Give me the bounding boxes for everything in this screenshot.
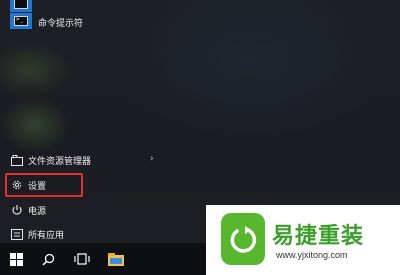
file-explorer-icon bbox=[9, 152, 25, 168]
settings-highlight-box bbox=[5, 173, 83, 197]
sidebar-item-label: 文件资源管理器 bbox=[28, 156, 92, 167]
task-view-icon[interactable] bbox=[66, 243, 98, 275]
brand-logo-icon bbox=[221, 213, 265, 265]
sidebar-item-label: 电源 bbox=[28, 206, 47, 217]
search-icon[interactable] bbox=[32, 243, 64, 275]
power-icon bbox=[9, 202, 25, 218]
all-apps-icon bbox=[9, 226, 25, 242]
brand-title: 易捷重装 bbox=[272, 224, 365, 249]
sidebar-item-power[interactable]: 电源 bbox=[0, 199, 175, 221]
sidebar-item-all-apps[interactable]: 所有应用 bbox=[0, 223, 175, 245]
app-tile-icon[interactable] bbox=[10, 0, 32, 12]
sidebar-item-file-explorer[interactable]: 文件资源管理器 bbox=[0, 149, 175, 171]
command-prompt-label[interactable]: 命令提示符 bbox=[38, 16, 83, 29]
file-explorer-icon[interactable] bbox=[100, 243, 132, 275]
sidebar-item-label: 所有应用 bbox=[28, 230, 65, 241]
brand-url: www.yjxitong.com bbox=[276, 250, 348, 260]
chevron-right-icon[interactable]: › bbox=[150, 154, 154, 164]
windows-start-icon[interactable] bbox=[0, 243, 32, 275]
command-prompt-icon[interactable]: >_ bbox=[10, 13, 32, 29]
